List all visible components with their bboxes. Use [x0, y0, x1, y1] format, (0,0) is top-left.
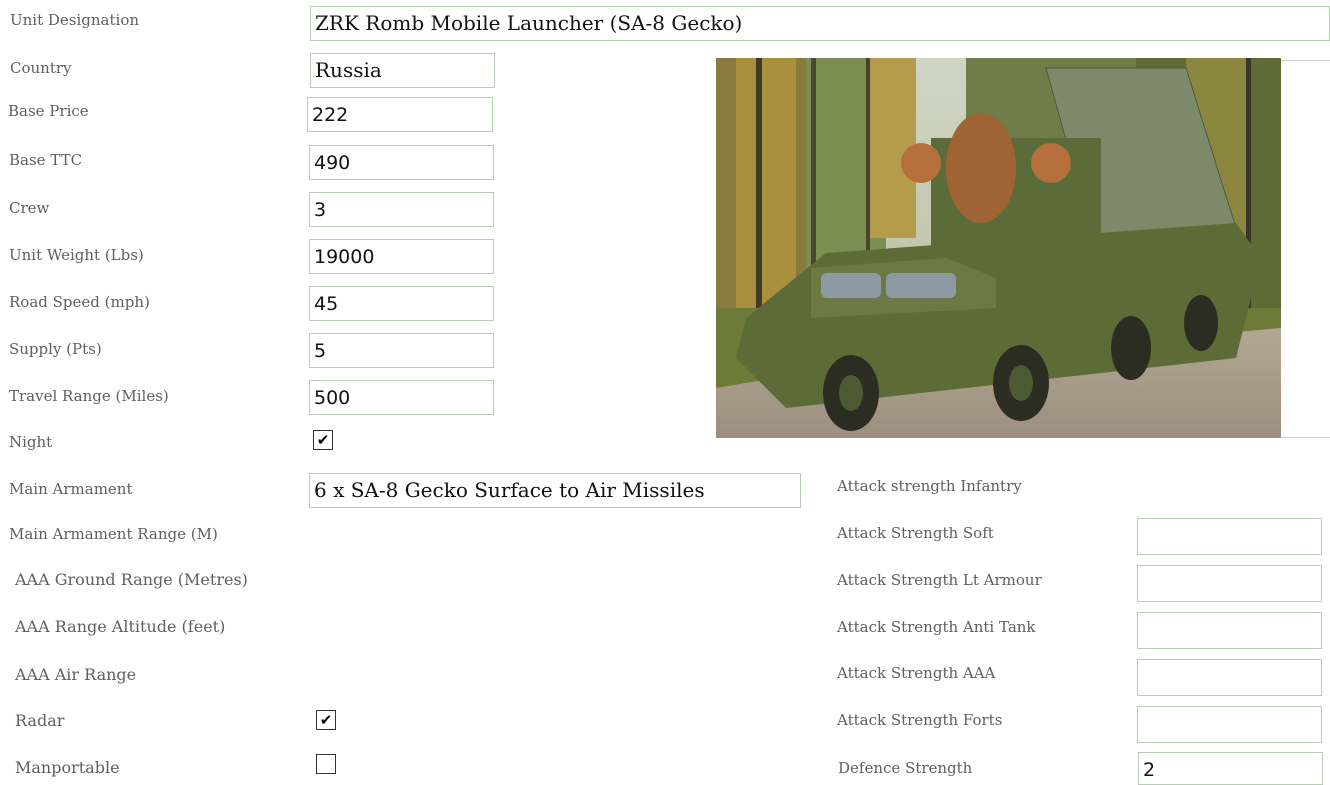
- main-armament-range-label: Main Armament Range (M): [9, 525, 218, 543]
- attack-forts-field[interactable]: [1137, 706, 1322, 743]
- night-label: Night: [9, 433, 53, 451]
- unit-designation-field[interactable]: ZRK Romb Mobile Launcher (SA-8 Gecko): [310, 6, 1330, 41]
- radar-label: Radar: [15, 711, 65, 730]
- attack-aaa-label: Attack Strength AAA: [837, 664, 996, 682]
- night-checkbox[interactable]: ✔: [313, 430, 333, 450]
- unit-designation-label: Unit Designation: [10, 11, 140, 29]
- main-armament-field[interactable]: 6 x SA-8 Gecko Surface to Air Missiles: [309, 473, 801, 508]
- road-speed-field[interactable]: 45: [309, 286, 494, 321]
- attack-anti-tank-label: Attack Strength Anti Tank: [837, 618, 1036, 636]
- manportable-label: Manportable: [15, 758, 120, 777]
- attack-lt-armour-label: Attack Strength Lt Armour: [837, 571, 1042, 589]
- base-price-label: Base Price: [8, 102, 89, 120]
- attack-lt-armour-field[interactable]: [1137, 565, 1322, 602]
- attack-soft-label: Attack Strength Soft: [837, 524, 994, 542]
- attack-forts-label: Attack Strength Forts: [837, 711, 1003, 729]
- main-armament-label: Main Armament: [9, 480, 133, 498]
- vehicle-photo: [716, 58, 1281, 438]
- country-field[interactable]: Russia: [310, 53, 495, 88]
- road-speed-label: Road Speed (mph): [9, 293, 150, 311]
- crew-label: Crew: [9, 199, 50, 217]
- attack-infantry-label: Attack strength Infantry: [837, 477, 1022, 495]
- unit-weight-label: Unit Weight (Lbs): [9, 246, 144, 264]
- aaa-ground-range-label: AAA Ground Range (Metres): [15, 570, 248, 589]
- radar-checkbox[interactable]: ✔: [316, 710, 336, 730]
- attack-soft-field[interactable]: [1137, 518, 1322, 555]
- base-ttc-field[interactable]: 490: [309, 145, 494, 180]
- crew-field[interactable]: 3: [309, 192, 494, 227]
- supply-label: Supply (Pts): [9, 340, 102, 358]
- unit-weight-field[interactable]: 19000: [309, 239, 494, 274]
- travel-range-label: Travel Range (Miles): [9, 387, 169, 405]
- country-label: Country: [10, 59, 72, 77]
- defence-strength-field[interactable]: 2: [1138, 752, 1323, 785]
- attack-aaa-field[interactable]: [1137, 659, 1322, 696]
- photo-frame: [716, 58, 1330, 439]
- travel-range-field[interactable]: 500: [309, 380, 494, 415]
- divider-line: [1281, 60, 1330, 61]
- supply-field[interactable]: 5: [309, 333, 494, 368]
- defence-strength-label: Defence Strength: [838, 759, 973, 777]
- manportable-checkbox[interactable]: [316, 754, 336, 774]
- attack-anti-tank-field[interactable]: [1137, 612, 1322, 649]
- aaa-range-altitude-label: AAA Range Altitude (feet): [15, 617, 226, 636]
- base-price-field[interactable]: 222: [307, 97, 493, 132]
- aaa-air-range-label: AAA Air Range: [15, 665, 137, 684]
- base-ttc-label: Base TTC: [9, 151, 83, 169]
